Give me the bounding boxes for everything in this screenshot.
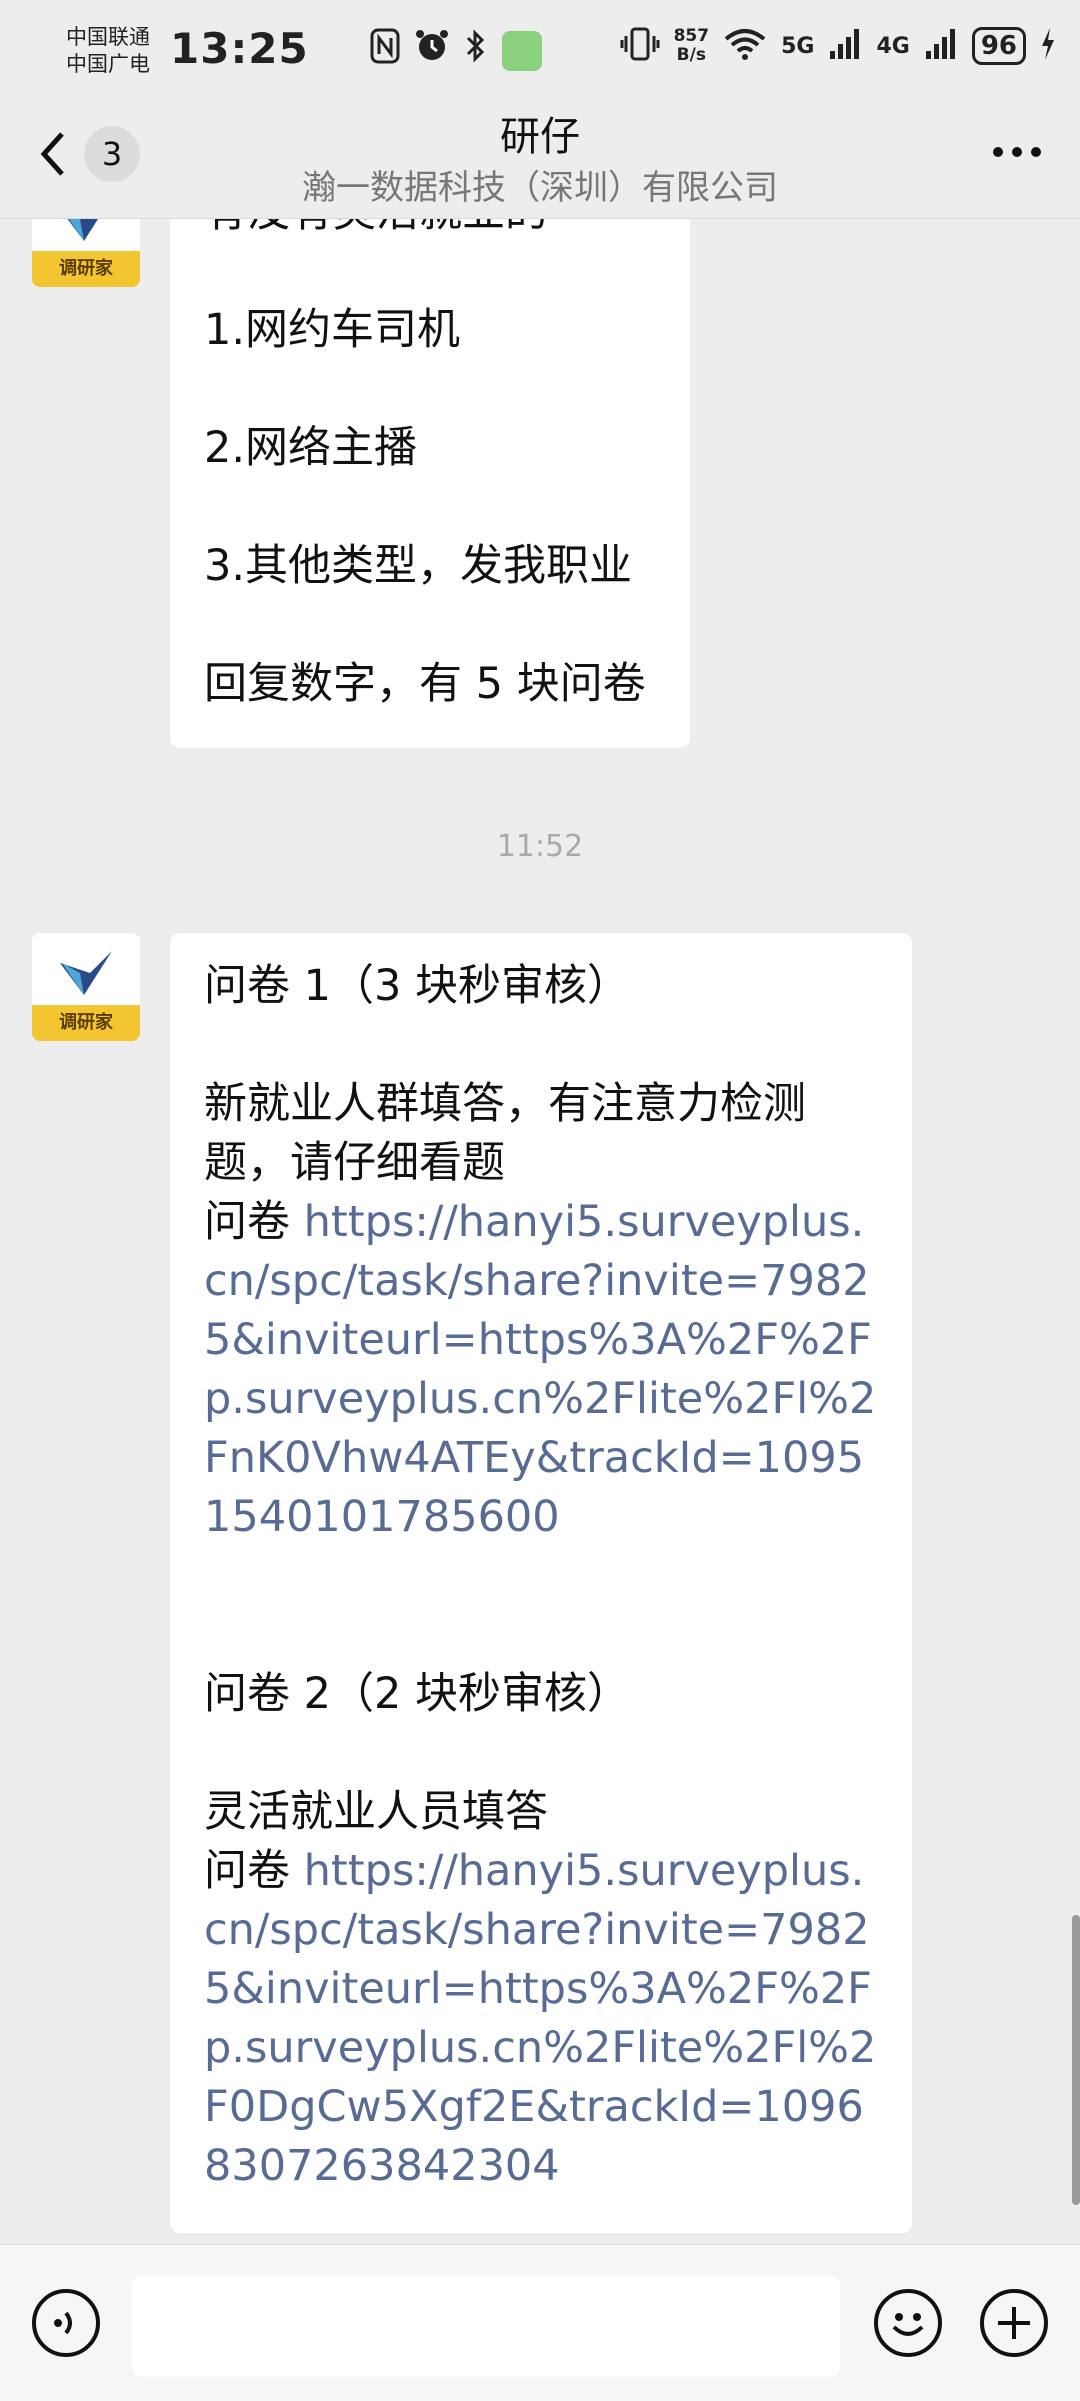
voice-icon <box>54 2311 72 2335</box>
message-line: 3.其他类型，发我职业 <box>204 541 633 591</box>
message-list[interactable]: 调研家 有没有灵活就业的 1.网约车司机 2.网络主播 3.其他类型，发我职业 … <box>0 219 1080 2244</box>
vibrate-icon <box>620 26 660 66</box>
more-icon <box>993 147 1041 157</box>
survey-title: 问卷 1（3 块秒审核） <box>204 961 631 1011</box>
speed-unit: B/s <box>676 45 706 65</box>
carrier-1: 中国联通 <box>66 25 150 49</box>
logo-icon <box>60 951 112 995</box>
survey-title: 问卷 2（2 块秒审核） <box>204 1669 631 1719</box>
alarm-icon <box>414 28 450 73</box>
network-speed: 857 B/s <box>674 27 710 65</box>
scrollbar[interactable] <box>1072 1915 1080 2205</box>
message-bubble[interactable]: 有没有灵活就业的 1.网约车司机 2.网络主播 3.其他类型，发我职业 回复数字… <box>170 219 690 748</box>
chat-title: 研仔 <box>500 114 580 160</box>
message-line: 1.网约车司机 <box>204 305 461 355</box>
battery-level: 96 <box>971 27 1026 65</box>
carrier-info: 中国联通 中国广电 <box>66 24 150 78</box>
avatar[interactable]: 调研家 <box>32 933 140 1041</box>
add-button[interactable] <box>980 2289 1048 2357</box>
charging-icon <box>1040 28 1056 64</box>
message-line: 回复数字，有 5 块问卷 <box>204 659 646 709</box>
message-input[interactable] <box>132 2275 840 2377</box>
survey-link[interactable]: https://hanyi5.surveyplus.cn/spc/task/sh… <box>204 1846 876 2191</box>
app-notification-icon <box>502 30 542 71</box>
carrier-2: 中国广电 <box>66 52 150 76</box>
chat-header: 3 研仔 瀚一数据科技（深圳）有限公司 <box>0 100 1080 219</box>
message-timestamp: 11:52 <box>496 829 584 864</box>
message-bubble[interactable]: 问卷 1（3 块秒审核） 新就业人群填答，有注意力检测题，请仔细看题 问卷 ht… <box>170 933 912 2233</box>
message-line: 2.网络主播 <box>204 423 418 473</box>
wifi-icon <box>723 26 767 66</box>
voice-button[interactable] <box>32 2289 100 2357</box>
plus-icon <box>998 2307 1030 2339</box>
survey-prefix: 问卷 <box>204 1197 304 1247</box>
avatar[interactable]: 调研家 <box>32 219 140 287</box>
bluetooth-icon <box>464 28 488 73</box>
chat-subtitle: 瀚一数据科技（深圳）有限公司 <box>302 168 778 208</box>
avatar-label: 调研家 <box>32 251 140 287</box>
survey-prefix: 问卷 <box>204 1846 304 1896</box>
clock: 13:25 <box>170 24 309 73</box>
network-type-2: 4G <box>876 33 910 59</box>
message-line: 有没有灵活就业的 <box>204 219 656 242</box>
signal-icon-2 <box>924 27 958 65</box>
speed-value: 857 <box>673 26 710 46</box>
status-bar: 中国联通 中国广电 13:25 857 B/s 5G 4G 96 <box>0 0 1080 100</box>
status-icons-right: 857 B/s 5G 4G 96 <box>620 26 1056 66</box>
avatar-label: 调研家 <box>32 1005 140 1041</box>
survey-description: 灵活就业人员填答 <box>204 1787 548 1837</box>
emoji-icon <box>892 2313 924 2336</box>
survey-link[interactable]: https://hanyi5.surveyplus.cn/spc/task/sh… <box>204 1197 876 1542</box>
signal-icon <box>828 27 862 65</box>
status-icons-left <box>370 28 542 73</box>
network-type-1: 5G <box>781 33 815 59</box>
nfc-icon <box>370 28 400 73</box>
logo-icon <box>67 219 98 241</box>
survey-description: 新就业人群填答，有注意力检测题，请仔细看题 <box>204 1079 806 1188</box>
emoji-button[interactable] <box>874 2289 942 2357</box>
input-bar <box>0 2244 1080 2401</box>
more-options-button[interactable] <box>990 118 1044 174</box>
